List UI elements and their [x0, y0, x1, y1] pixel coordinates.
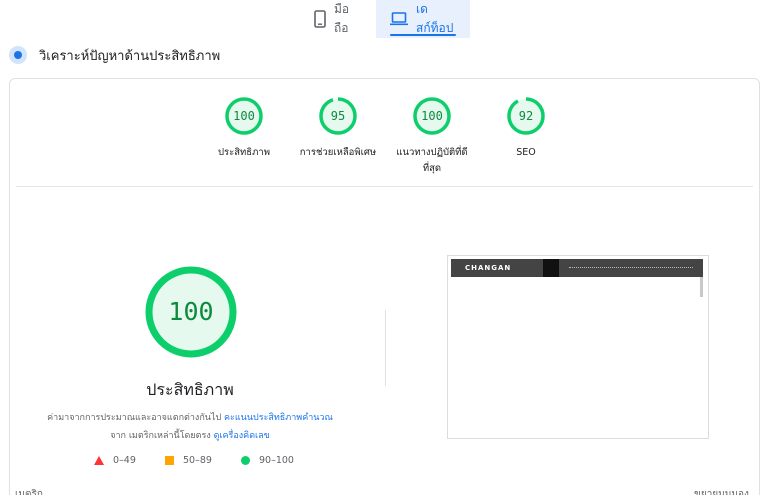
active-tab-indicator [390, 34, 456, 36]
legend-range: 50–89 [183, 455, 212, 466]
note-text-1: ค่ามาจากการประมาณและอาจแตกต่างกันไป [47, 413, 225, 423]
gauge-performance[interactable]: 100 ประสิทธิภาพ [196, 96, 292, 161]
gauge-label: SEO [516, 147, 536, 158]
gauge-accessibility[interactable]: 95 การช่วยเหลือพิเศษ [290, 96, 386, 161]
preview-scrollbar [700, 277, 703, 297]
gauge-ring: 95 [318, 96, 358, 136]
preview-nav-active [543, 259, 559, 277]
expand-view-button[interactable]: ขยายมุมมอง [694, 487, 749, 495]
square-icon [165, 456, 174, 465]
legend-range: 0–49 [113, 455, 136, 466]
score-note: ค่ามาจากการประมาณและอาจแตกต่างกันไป คะแน… [40, 409, 340, 445]
metrics-label: เมตริก [15, 489, 43, 495]
tab-mobile-label: มือถือ [334, 2, 350, 35]
note-text-2: จาก เมตริกเหล่านี้โดยตรง [110, 431, 214, 441]
section-title: วิเคราะห์ปัญหาด้านประสิทธิภาพ [39, 48, 221, 64]
score-calc-link[interactable]: คะแนนประสิทธิภาพคำนวณ [224, 413, 333, 423]
diagnose-icon [9, 46, 27, 64]
calculator-link[interactable]: ดูเครื่องคิดเลข [214, 431, 270, 441]
main-gauge-title: ประสิทธิภาพ [146, 380, 234, 399]
device-tabs: มือถือ เดสก์ท็อป [0, 0, 768, 38]
gauge-score: 95 [330, 109, 346, 123]
gauge-score: 100 [421, 109, 443, 123]
category-gauges: 100 ประสิทธิภาพ 95 การช่วยเหลือพิเศษ 100… [0, 96, 768, 176]
gauge-label: การช่วยเหลือพิเศษ [299, 147, 377, 158]
preview-nav-items [569, 267, 693, 269]
tab-desktop-label: เดสก์ท็อป [416, 2, 454, 35]
laptop-icon [390, 12, 408, 26]
gauge-seo[interactable]: 92 SEO [478, 96, 574, 161]
legend-item-pass: 90–100 [241, 455, 294, 466]
preview-logo: CHANGAN [465, 264, 512, 272]
legend-item-fail: 0–49 [94, 455, 136, 466]
divider [16, 186, 753, 187]
gauge-ring: 100 [412, 96, 452, 136]
legend-range: 90–100 [259, 455, 294, 466]
gauge-label: ประสิทธิภาพ [218, 147, 270, 158]
gauge-label: แนวทางปฏิบัติที่ดี ที่สุด [396, 147, 468, 174]
tab-desktop[interactable]: เดสก์ท็อป [376, 0, 470, 38]
gauge-score: 100 [233, 109, 255, 123]
tab-mobile[interactable]: มือถือ [300, 0, 376, 38]
gauge-best-practices[interactable]: 100 แนวทางปฏิบัติที่ดี ที่สุด [384, 96, 480, 177]
main-gauge-score: 100 [168, 297, 214, 326]
circle-icon [241, 456, 250, 465]
page-screenshot-preview[interactable]: CHANGAN [447, 255, 709, 439]
section-header: วิเคราะห์ปัญหาด้านประสิทธิภาพ [9, 44, 220, 66]
triangle-icon [94, 456, 104, 465]
preview-nav-bar: CHANGAN [451, 259, 703, 277]
phone-icon [314, 10, 326, 28]
vertical-divider [385, 310, 386, 386]
gauge-ring: 100 [224, 96, 264, 136]
main-performance-gauge: 100 [144, 265, 238, 359]
legend-item-average: 50–89 [165, 455, 212, 466]
gauge-ring: 92 [506, 96, 546, 136]
gauge-score: 92 [518, 109, 534, 123]
